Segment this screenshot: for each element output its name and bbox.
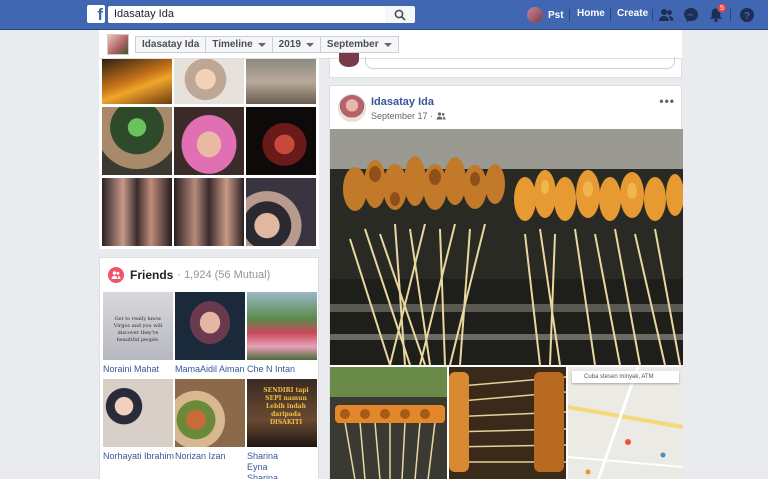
- breadcrumb: Idasatay Ida Timeline 2019 September: [135, 36, 399, 53]
- svg-text:?: ?: [744, 11, 750, 22]
- friend-card[interactable]: SENDIRI tapi SEPI namun Lebih indah dari…: [247, 379, 317, 479]
- avatar[interactable]: [338, 94, 366, 122]
- friend-photo[interactable]: [247, 292, 317, 360]
- friend-photo-text: SENDIRI tapi SEPI namun Lebih indah dari…: [263, 387, 309, 426]
- notification-count-badge: 5: [717, 3, 727, 13]
- map-search-input[interactable]: Cuba stesen minyak, ATM: [572, 371, 679, 383]
- friend-card[interactable]: Che N Intan: [247, 292, 317, 375]
- photo-thumbnail[interactable]: [174, 178, 244, 246]
- comment-composer: [329, 53, 682, 78]
- post-photo[interactable]: [330, 129, 683, 365]
- post-author[interactable]: Idasatay Ida: [371, 96, 434, 108]
- search-icon: [394, 9, 406, 21]
- profile-link-label: Pst: [548, 9, 564, 21]
- chevron-down-icon: [257, 42, 266, 47]
- breadcrumb-profile-name[interactable]: Idasatay Ida: [135, 36, 207, 53]
- top-navigation-bar: f Idasatay Ida Pst Home Create 5 ?: [0, 0, 768, 30]
- home-link[interactable]: Home: [577, 8, 605, 19]
- friend-photo[interactable]: SENDIRI tapi SEPI namun Lebih indah dari…: [247, 379, 317, 447]
- post-map[interactable]: Cuba stesen minyak, ATM: [568, 367, 683, 479]
- friend-photo[interactable]: Get to really know Virgos and you will d…: [103, 292, 173, 360]
- friend-card[interactable]: Norizan Izan: [175, 379, 245, 462]
- friend-name[interactable]: Che N Intan: [247, 364, 317, 375]
- friend-name[interactable]: MamaAidil Aiman: [175, 364, 245, 375]
- breadcrumb-profile-name-label: Idasatay Ida: [142, 39, 200, 50]
- post-options-button[interactable]: •••: [659, 94, 675, 108]
- photos-grid: [99, 59, 319, 249]
- photo-thumbnail[interactable]: [102, 59, 172, 104]
- photo-thumbnail[interactable]: [102, 178, 172, 246]
- nav-divider: [610, 9, 611, 21]
- friends-header[interactable]: Friends · 1,924 (56 Mutual): [108, 267, 270, 283]
- friend-card[interactable]: Norhayati Ibrahim: [103, 379, 174, 462]
- timeline-post: Idasatay Ida September 17 · ••• Cuba ste…: [329, 85, 683, 479]
- friend-photo[interactable]: [103, 379, 173, 447]
- month-dropdown[interactable]: September: [320, 36, 399, 53]
- friend-name[interactable]: Norizan Izan: [175, 451, 245, 462]
- comment-input[interactable]: [365, 57, 675, 69]
- friends-box: Friends · 1,924 (56 Mutual) Get to reall…: [99, 257, 319, 479]
- profile-thumbnail[interactable]: [107, 34, 129, 55]
- nav-divider: [730, 9, 731, 21]
- friends-icon: [108, 267, 124, 283]
- satay-grill-photo: [330, 367, 447, 479]
- photo-thumbnail[interactable]: [174, 59, 244, 104]
- facebook-logo-icon[interactable]: f: [87, 5, 105, 23]
- photo-thumbnail[interactable]: [246, 178, 316, 246]
- nav-divider: [569, 9, 570, 21]
- friend-card[interactable]: MamaAidil Aiman: [175, 292, 245, 375]
- avatar: [527, 7, 543, 23]
- satay-photo: [330, 129, 683, 365]
- photo-thumbnail[interactable]: [102, 107, 172, 175]
- friend-card[interactable]: Get to really know Virgos and you will d…: [103, 292, 173, 375]
- map-image: [568, 367, 683, 479]
- friends-title[interactable]: Friends: [130, 268, 173, 282]
- friend-requests-icon[interactable]: [658, 7, 674, 23]
- nav-divider: [652, 9, 653, 21]
- create-link[interactable]: Create: [617, 8, 648, 19]
- year-dropdown[interactable]: 2019: [272, 36, 321, 53]
- satay-bundle-photo: [449, 367, 566, 479]
- avatar: [339, 53, 359, 67]
- profile-link[interactable]: Pst: [527, 6, 564, 24]
- friend-name[interactable]: Sharina Eyna Sharina Eyna: [247, 451, 299, 479]
- post-photo[interactable]: [330, 367, 447, 479]
- friend-photo-text: Get to really know Virgos and you will d…: [113, 316, 163, 343]
- photo-thumbnail[interactable]: [246, 59, 316, 104]
- month-dropdown-label: September: [326, 39, 379, 50]
- friend-photo[interactable]: [175, 292, 245, 360]
- help-icon[interactable]: ?: [739, 7, 755, 23]
- profile-sticky-header: Idasatay Ida Timeline 2019 September: [99, 30, 682, 59]
- search-button[interactable]: [385, 6, 415, 23]
- friend-name[interactable]: Noraini Mahat: [103, 364, 173, 375]
- search-input[interactable]: Idasatay Ida: [108, 6, 385, 23]
- timeline-dropdown[interactable]: Timeline: [206, 36, 273, 53]
- messenger-icon[interactable]: [683, 7, 699, 23]
- friends-audience-icon[interactable]: [436, 112, 446, 120]
- year-dropdown-label: 2019: [278, 39, 301, 50]
- post-photo[interactable]: [449, 367, 566, 479]
- friends-count: · 1,924 (56 Mutual): [177, 269, 271, 281]
- chevron-down-icon: [305, 42, 314, 47]
- post-meta: September 17 ·: [371, 111, 446, 121]
- friend-name[interactable]: Norhayati Ibrahim: [103, 451, 174, 462]
- post-date[interactable]: September 17 ·: [371, 111, 433, 121]
- chevron-down-icon: [383, 42, 392, 47]
- photo-thumbnail[interactable]: [174, 107, 244, 175]
- friend-photo[interactable]: [175, 379, 245, 447]
- photo-thumbnail[interactable]: [246, 107, 316, 175]
- timeline-dropdown-label: Timeline: [212, 39, 253, 50]
